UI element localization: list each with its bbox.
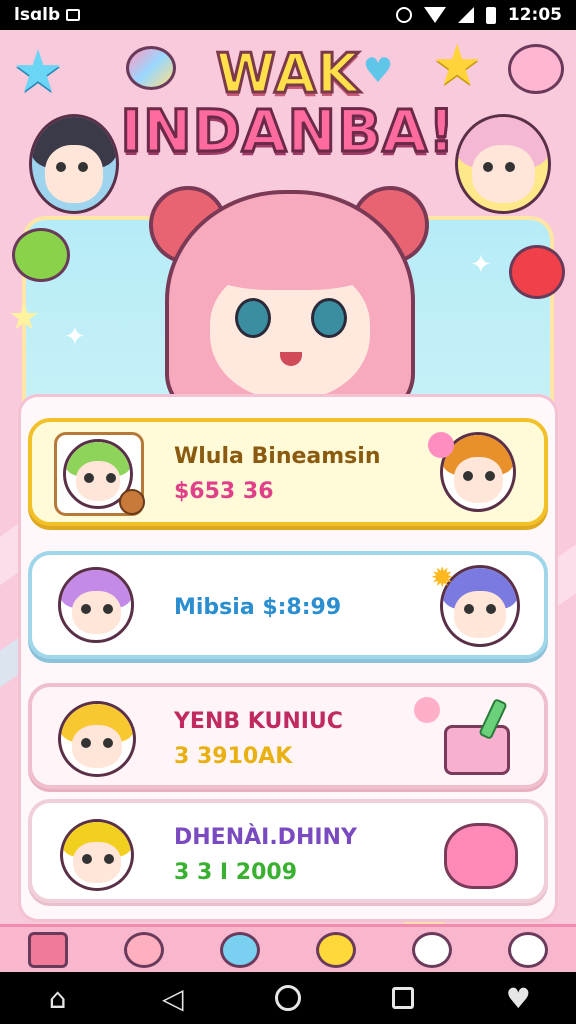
heart-icon: ♥ [362, 51, 394, 91]
card-name: Mibsia $:8:99 [174, 595, 342, 620]
tab-bunny[interactable] [118, 929, 170, 971]
gift-box-icon [440, 697, 524, 781]
app-logo: WAK INDANBA! [0, 41, 576, 167]
status-right: 12:05 [395, 5, 562, 25]
system-nav-bar: ⌂ ◁ ♥ [0, 972, 576, 1024]
alarm-icon [395, 7, 412, 23]
tab-cloud[interactable] [214, 929, 266, 971]
back-icon: ◁ [162, 981, 184, 1015]
square-icon [392, 987, 415, 1009]
avatar [54, 697, 144, 781]
heart-icon: ♥ [505, 981, 531, 1015]
bunny-icon [124, 931, 164, 968]
status-time: 12:05 [507, 5, 562, 25]
sparkle-icon: ✦ [64, 322, 86, 352]
card-value: $653 36 [174, 479, 274, 504]
card-value: 3 3 I 2009 [174, 860, 298, 885]
status-left: lsɑlb [14, 5, 81, 25]
cat-heart-icon [440, 813, 524, 897]
tab-pencil[interactable] [22, 929, 74, 971]
status-bar: lsɑlb 12:05 [0, 0, 576, 30]
card-name: Wlula Bineamsin [174, 444, 381, 469]
bell-icon [412, 931, 452, 968]
circle-icon [274, 985, 301, 1011]
green-germ-icon [10, 226, 72, 284]
tab-bar [0, 924, 576, 972]
home-button[interactable]: ⌂ [28, 972, 88, 1024]
recents-button[interactable] [373, 972, 433, 1024]
balloon-icon [428, 432, 454, 458]
smiley-icon [508, 931, 548, 968]
tab-bell[interactable] [406, 929, 458, 971]
tab-smiley[interactable] [502, 929, 554, 971]
list-item[interactable]: YENB KUNIUC 3 3910AK [28, 683, 548, 789]
card-name: DHENÀI.DHINY [174, 825, 357, 850]
sparkle-icon: ✦ [470, 250, 492, 280]
pale-star-icon: ★ [8, 297, 41, 338]
list-item[interactable]: Wlula Bineamsin $653 36 [28, 418, 548, 526]
card-value: 3 3910AK [174, 744, 293, 769]
logo-title-line1: WAK [215, 41, 361, 107]
logo-title-line2: INDANBA! [119, 96, 456, 167]
list-item[interactable]: Mibsia $:8:99 ✹ [28, 551, 548, 659]
home-circle-button[interactable] [258, 972, 318, 1024]
sun-icon: ✹ [430, 561, 454, 594]
wifi-icon [423, 7, 446, 23]
cloud-icon [220, 931, 260, 968]
camera-icon [66, 9, 81, 21]
cookie-icon [119, 489, 145, 515]
heart-bubble-icon [508, 244, 566, 300]
battery-icon [485, 6, 496, 24]
avatar [54, 432, 145, 516]
status-label: lsɑlb [14, 5, 61, 25]
avatar [54, 813, 144, 897]
favorite-button[interactable]: ♥ [488, 972, 548, 1024]
pencil-icon [28, 931, 68, 968]
back-button[interactable]: ◁ [143, 972, 203, 1024]
balloon-icon [414, 697, 440, 723]
hero-character [149, 180, 429, 420]
list-item[interactable]: DHENÀI.DHINY 3 3 I 2009 [28, 799, 548, 903]
tab-crown[interactable] [310, 929, 362, 971]
card-name: YENB KUNIUC [174, 709, 343, 734]
avatar [54, 563, 144, 647]
crown-icon [316, 931, 356, 968]
home-icon: ⌂ [48, 981, 67, 1015]
signal-icon [457, 7, 474, 23]
